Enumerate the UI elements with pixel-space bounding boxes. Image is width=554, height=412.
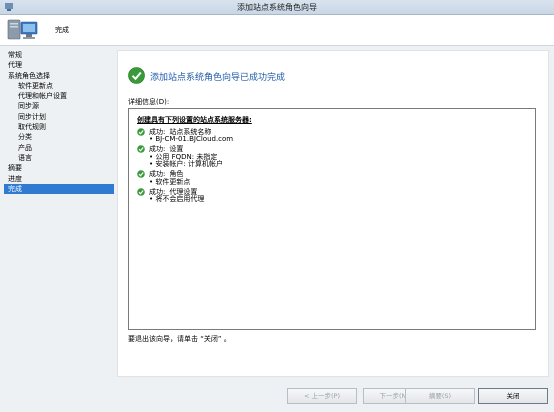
result-detail-text: BJ-CM-01.BJCloud.com	[155, 135, 234, 143]
result-detail-text: 安装帐户: 计算机帐户	[155, 160, 223, 168]
sidebar-item[interactable]: 进度	[4, 174, 114, 184]
sidebar-item[interactable]: 语言	[4, 153, 114, 163]
sidebar-item[interactable]: 常规	[4, 50, 114, 60]
result-detail: 软件更新点	[137, 177, 527, 187]
page-title: 完成	[55, 26, 69, 34]
result-detail: 安装帐户: 计算机帐户	[137, 160, 527, 169]
result-group: 成功:代理设置将不会启用代理	[137, 187, 527, 204]
result-group-header: 成功: 角色	[137, 170, 527, 179]
result-group: 成功:设置公用 FQDN: 未指定安装帐户: 计算机帐户	[137, 145, 527, 169]
sidebar-item[interactable]: 完成	[4, 183, 114, 195]
success-check-icon	[137, 127, 145, 136]
details-textbox[interactable]: 创建具有下列设置的站点系统服务器: 成功:站点系统名称BJ-CM-01.BJCl…	[128, 108, 536, 330]
sidebar-item[interactable]: 代理	[4, 60, 114, 70]
sidebar-item[interactable]: 分类	[4, 132, 114, 142]
sidebar-item[interactable]: 同步源	[4, 101, 114, 111]
sidebar-item[interactable]: 取代规则	[4, 122, 114, 132]
result-group: 成功:角色软件更新点	[137, 170, 527, 187]
sidebar-item[interactable]: 软件更新点	[4, 81, 114, 91]
result-group: 成功:站点系统名称BJ-CM-01.BJCloud.com	[137, 127, 527, 144]
exit-instruction: 要退出该向导，请单击 “关闭” 。	[128, 335, 231, 343]
sidebar-item[interactable]: 摘要	[4, 163, 114, 173]
success-check-icon	[137, 187, 145, 196]
success-check-icon	[137, 145, 145, 153]
window-title: 添加站点系统角色向导	[237, 2, 317, 12]
sidebar-item[interactable]: 系统角色选择	[4, 71, 114, 81]
wizard-header: 完成	[0, 15, 554, 46]
main-panel: 添加站点系统角色向导已成功完成 详细信息(D): 创建具有下列设置的站点系统服务…	[117, 50, 549, 377]
details-label: 详细信息(D):	[128, 98, 170, 106]
sidebar-item[interactable]: 同步计划	[4, 112, 114, 122]
app-icon	[4, 2, 14, 14]
result-detail: 将不会启用代理	[137, 195, 527, 204]
sidebar-item[interactable]: 代理和帐户设置	[4, 91, 114, 101]
previous-button[interactable]: < 上一步(P)	[287, 388, 357, 404]
title-bar: 添加站点系统角色向导	[0, 0, 554, 15]
completion-heading: 添加站点系统角色向导已成功完成	[150, 73, 286, 83]
summary-button[interactable]: 摘要(S)	[405, 388, 475, 404]
wizard-nav: 常规 代理 系统角色选择 软件更新点 代理和帐户设置 同步源 同步计划 取代规则 分类 产品 语言摘…	[4, 50, 114, 380]
success-check-icon	[128, 67, 145, 86]
success-check-icon	[137, 170, 145, 178]
sidebar-item[interactable]: 产品	[4, 143, 114, 153]
result-detail-text: 将不会启用代理	[155, 195, 205, 203]
close-button[interactable]: 关闭	[478, 388, 548, 404]
server-computer-icon	[6, 18, 40, 44]
result-detail: BJ-CM-01.BJCloud.com	[137, 135, 527, 144]
report-title: 创建具有下列设置的站点系统服务器:	[137, 116, 252, 124]
result-detail-text: 软件更新点	[155, 177, 191, 186]
button-bar: < 上一步(P) 下一步(N) > 摘要(S) 关闭	[0, 380, 554, 412]
